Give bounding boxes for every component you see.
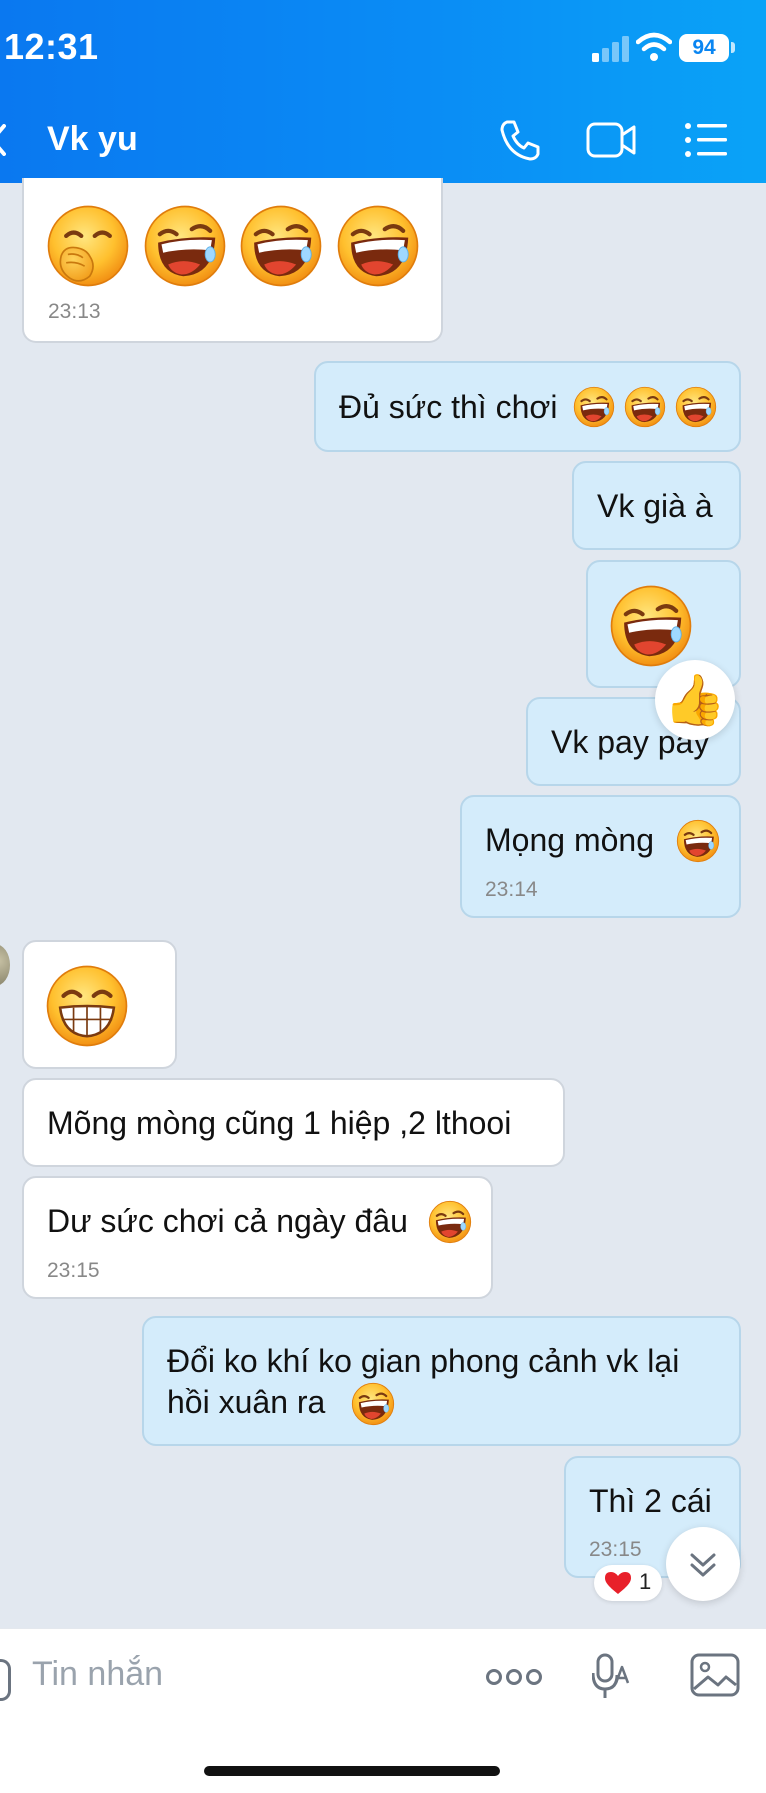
- message-bubble-outgoing[interactable]: Mọng mòng 23:14: [460, 795, 741, 918]
- thumbs-up-reaction[interactable]: 👍: [655, 660, 735, 740]
- heart-reaction-badge[interactable]: 1: [594, 1565, 662, 1601]
- message-bubble-incoming[interactable]: Dư sức chơi cả ngày đâu 23:15: [22, 1176, 493, 1299]
- message-bubble-outgoing[interactable]: Vk già à: [572, 461, 741, 550]
- message-input[interactable]: Tin nhắn: [32, 1655, 163, 1694]
- message-bubble-outgoing[interactable]: Đổi ko khí ko gian phong cảnh vk lại hồi…: [142, 1316, 741, 1446]
- message-input-bar: Tin nhắn: [0, 1628, 766, 1793]
- message-text: Mõng mòng cũng 1 hiệp ,2 lthooi: [47, 1105, 512, 1141]
- laughing-face-icon: [239, 204, 323, 288]
- message-bubble-incoming[interactable]: Mõng mòng cũng 1 hiệp ,2 lthooi: [22, 1078, 565, 1167]
- message-text-line-2: hồi xuân ra: [167, 1384, 326, 1420]
- face-with-hand-over-mouth-icon: [46, 204, 130, 288]
- battery-indicator: 94: [679, 34, 729, 62]
- message-bubble-incoming[interactable]: [22, 940, 177, 1069]
- reaction-count: 1: [639, 1569, 652, 1594]
- laughing-face-icon: [609, 584, 693, 668]
- laughing-face-icon: [624, 386, 666, 428]
- laughing-face-icon: [428, 1200, 472, 1244]
- laughing-face-icon: [676, 819, 720, 863]
- contact-avatar[interactable]: [0, 944, 10, 986]
- home-indicator: [204, 1766, 500, 1776]
- list-menu-icon[interactable]: [684, 120, 728, 160]
- grinning-face-icon: [45, 964, 129, 1048]
- heart-icon: [605, 1572, 631, 1594]
- laughing-face-icon: [675, 386, 717, 428]
- video-call-icon[interactable]: [586, 118, 638, 162]
- more-options-icon[interactable]: [486, 1667, 542, 1687]
- sticker-icon[interactable]: [0, 1659, 11, 1701]
- scroll-to-bottom-button[interactable]: [666, 1527, 740, 1601]
- message-time: 23:15: [589, 1538, 642, 1561]
- message-text: Mọng mòng: [485, 822, 654, 858]
- message-text: Vk già à: [597, 488, 713, 524]
- wifi-icon: [636, 32, 672, 61]
- message-text: Thì 2 cái: [589, 1483, 712, 1519]
- chat-header: 12:31 94 Vk yu: [0, 0, 766, 183]
- phone-icon[interactable]: [498, 118, 542, 162]
- status-time: 12:31: [4, 26, 99, 67]
- message-text: Dư sức chơi cả ngày đâu: [47, 1203, 408, 1239]
- laughing-face-icon: [573, 386, 615, 428]
- image-gallery-icon[interactable]: [690, 1653, 740, 1697]
- chat-title[interactable]: Vk yu: [47, 120, 138, 159]
- laughing-face-icon: [336, 204, 420, 288]
- message-time: 23:14: [485, 878, 538, 901]
- message-time: 23:15: [47, 1259, 100, 1282]
- back-icon[interactable]: [0, 124, 6, 156]
- message-text: Đủ sức thì chơi: [339, 389, 558, 425]
- laughing-face-icon: [143, 204, 227, 288]
- laughing-face-icon: [351, 1382, 395, 1426]
- battery-tip: [731, 42, 735, 53]
- message-bubble-incoming[interactable]: 23:13: [22, 178, 443, 343]
- message-text-line-1: Đổi ko khí ko gian phong cảnh vk lại: [167, 1343, 680, 1379]
- voice-to-text-icon[interactable]: [592, 1653, 632, 1701]
- thumbs-up-icon: 👍: [663, 672, 727, 728]
- double-chevron-down-icon: [690, 1553, 716, 1577]
- message-bubble-outgoing[interactable]: Đủ sức thì chơi: [314, 361, 741, 452]
- message-time: 23:13: [48, 300, 101, 323]
- cellular-signal-icon: [592, 36, 629, 62]
